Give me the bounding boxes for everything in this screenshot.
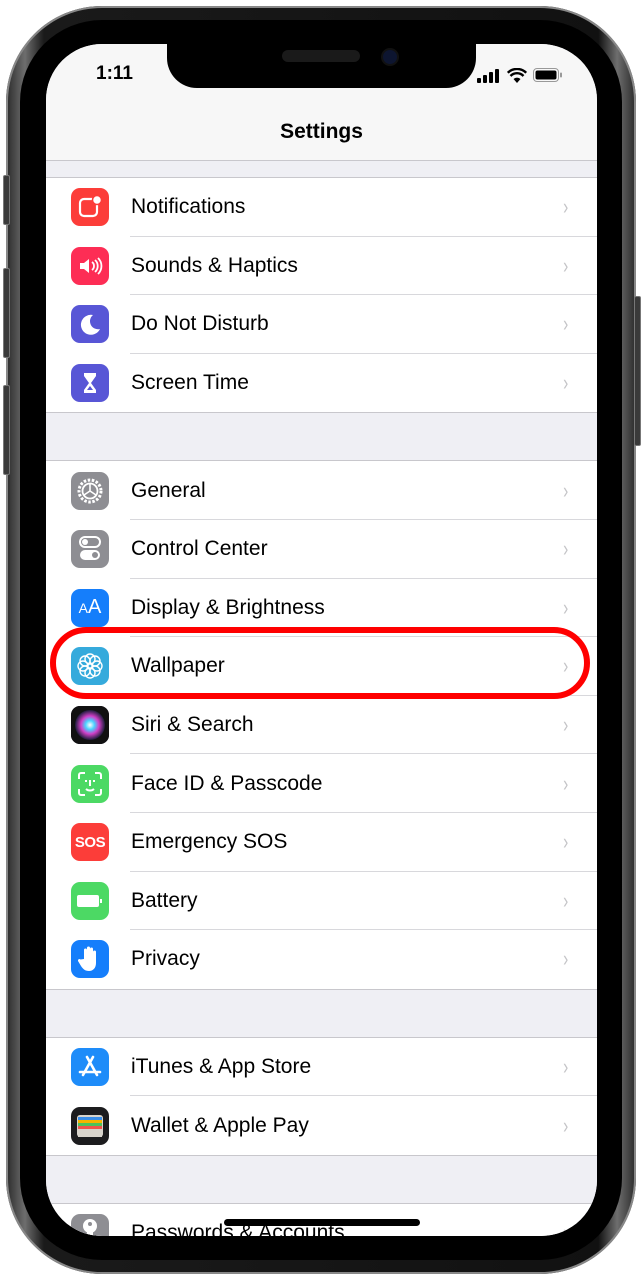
chevron-right-icon: › bbox=[562, 1054, 568, 1080]
chevron-right-icon: › bbox=[562, 829, 568, 855]
settings-row-label: Privacy bbox=[131, 947, 200, 971]
settings-row-general[interactable]: General › bbox=[46, 461, 597, 520]
settings-row-wallet-and-apple-pay[interactable]: Wallet & Apple Pay › bbox=[46, 1096, 597, 1155]
chevron-right-icon: › bbox=[562, 1220, 568, 1236]
settings-row-label: Siri & Search bbox=[131, 713, 254, 737]
hourglass-icon bbox=[71, 364, 109, 403]
app-store-icon bbox=[71, 1048, 109, 1087]
chevron-right-icon: › bbox=[562, 946, 568, 972]
notifications-icon bbox=[71, 188, 109, 227]
settings-row-notifications[interactable]: Notifications › bbox=[46, 178, 597, 237]
settings-row-label: iTunes & App Store bbox=[131, 1055, 312, 1079]
section-spacer bbox=[46, 1155, 597, 1203]
settings-row-battery[interactable]: Battery › bbox=[46, 872, 597, 931]
settings-row-face-id-and-passcode[interactable]: Face ID & Passcode › bbox=[46, 754, 597, 813]
settings-group: General › Control Center › AA Display & Brigh… bbox=[46, 460, 597, 990]
chevron-right-icon: › bbox=[562, 194, 568, 220]
siri-icon bbox=[71, 706, 109, 745]
mute-switch bbox=[3, 175, 10, 225]
settings-row-itunes-and-app-store[interactable]: iTunes & App Store › bbox=[46, 1038, 597, 1097]
nav-bar: Settings bbox=[46, 106, 597, 161]
settings-row-control-center[interactable]: Control Center › bbox=[46, 520, 597, 579]
chevron-right-icon: › bbox=[562, 770, 568, 796]
settings-row-label: Notifications bbox=[131, 195, 246, 219]
settings-group: Notifications › Sounds & Haptics › Do Not Di… bbox=[46, 177, 597, 414]
volume-down-button bbox=[3, 385, 10, 475]
chevron-right-icon: › bbox=[562, 477, 568, 503]
face-id-icon bbox=[71, 764, 109, 803]
text-size-icon: AA bbox=[71, 588, 109, 627]
chevron-right-icon: › bbox=[562, 594, 568, 620]
settings-row-label: Sounds & Haptics bbox=[131, 253, 298, 277]
page-title: Settings bbox=[280, 120, 363, 143]
settings-row-sounds-and-haptics[interactable]: Sounds & Haptics › bbox=[46, 237, 597, 296]
speaker-grille bbox=[282, 50, 360, 62]
settings-row-label: Emergency SOS bbox=[131, 830, 288, 854]
wifi-icon bbox=[507, 68, 527, 83]
wallpaper-highlight-annotation bbox=[50, 627, 590, 699]
section-spacer bbox=[46, 161, 597, 177]
wallet-icon bbox=[71, 1106, 109, 1145]
settings-row-screen-time[interactable]: Screen Time › bbox=[46, 354, 597, 413]
battery-status-icon bbox=[533, 68, 562, 82]
settings-group: iTunes & App Store › Wallet & Apple Pay › bbox=[46, 1036, 597, 1156]
settings-row-do-not-disturb[interactable]: Do Not Disturb › bbox=[46, 295, 597, 354]
chevron-right-icon: › bbox=[562, 311, 568, 337]
front-camera bbox=[381, 48, 399, 66]
settings-row-siri-and-search[interactable]: Siri & Search › bbox=[46, 696, 597, 755]
side-button bbox=[634, 296, 641, 446]
volume-up-button bbox=[3, 268, 10, 358]
toggles-icon bbox=[71, 530, 109, 569]
section-spacer bbox=[46, 413, 597, 461]
battery-icon bbox=[71, 881, 109, 920]
settings-row-label: Control Center bbox=[131, 537, 268, 561]
speaker-icon bbox=[71, 246, 109, 285]
chevron-right-icon: › bbox=[562, 712, 568, 738]
settings-row-label: Do Not Disturb bbox=[131, 312, 269, 336]
settings-row-emergency-sos[interactable]: SOS Emergency SOS › bbox=[46, 813, 597, 872]
chevron-right-icon: › bbox=[562, 252, 568, 278]
hand-icon bbox=[71, 940, 109, 979]
section-spacer bbox=[46, 989, 597, 1037]
settings-row-label: Screen Time bbox=[131, 371, 249, 395]
status-icons bbox=[477, 68, 563, 83]
settings-row-label: Wallet & Apple Pay bbox=[131, 1113, 309, 1137]
chevron-right-icon: › bbox=[562, 887, 568, 913]
settings-row-label: Face ID & Passcode bbox=[131, 771, 323, 795]
key-icon bbox=[71, 1214, 109, 1236]
home-indicator[interactable] bbox=[224, 1219, 420, 1226]
settings-row-label: Display & Brightness bbox=[131, 595, 325, 619]
chevron-right-icon: › bbox=[562, 370, 568, 396]
settings-row-label: General bbox=[131, 478, 206, 502]
gear-icon bbox=[71, 471, 109, 510]
status-time: 1:11 bbox=[96, 63, 133, 84]
moon-icon bbox=[71, 305, 109, 344]
chevron-right-icon: › bbox=[562, 536, 568, 562]
chevron-right-icon: › bbox=[562, 1112, 568, 1138]
settings-row-privacy[interactable]: Privacy › bbox=[46, 930, 597, 989]
settings-row-label: Battery bbox=[131, 888, 198, 912]
cellular-signal-icon bbox=[477, 68, 499, 83]
sos-icon: SOS bbox=[71, 823, 109, 862]
